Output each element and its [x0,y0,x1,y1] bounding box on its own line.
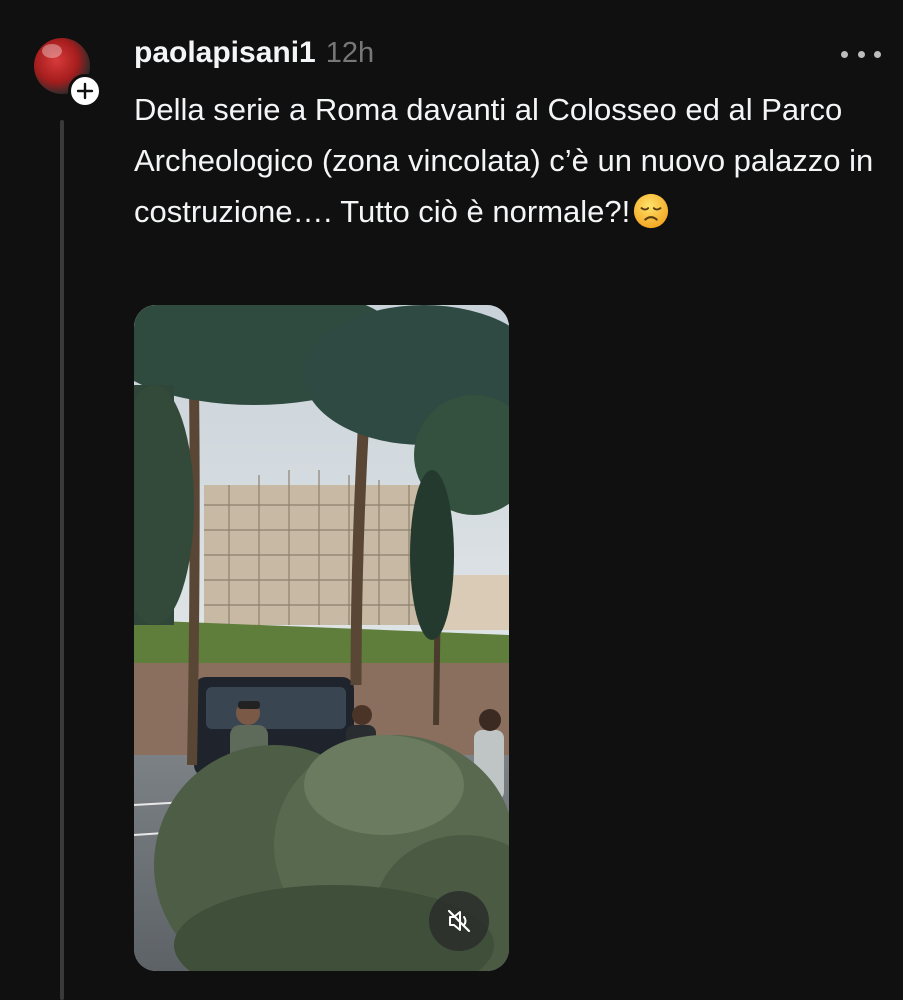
mute-button[interactable] [429,891,489,951]
more-options-button[interactable] [841,44,881,64]
plus-icon [76,82,94,100]
avatar-container[interactable] [34,38,102,108]
post-header: paolapisani1 12h [134,36,374,70]
username-link[interactable]: paolapisani1 [134,36,316,70]
thread-line [60,120,64,1000]
post-timestamp: 12h [325,37,375,69]
post-text: Della serie a Roma davanti al Colosseo e… [134,84,874,237]
disappointed-face-icon [634,193,669,228]
video-frame [134,305,509,971]
more-options-icon [841,50,848,58]
follow-button[interactable] [68,74,102,108]
thread-post: paolapisani1 12h Della serie a Roma dava… [0,0,903,1000]
post-text-content: Della serie a Roma davanti al Colosseo e… [134,92,874,229]
speaker-muted-icon [447,909,471,933]
post-video[interactable] [134,305,509,971]
